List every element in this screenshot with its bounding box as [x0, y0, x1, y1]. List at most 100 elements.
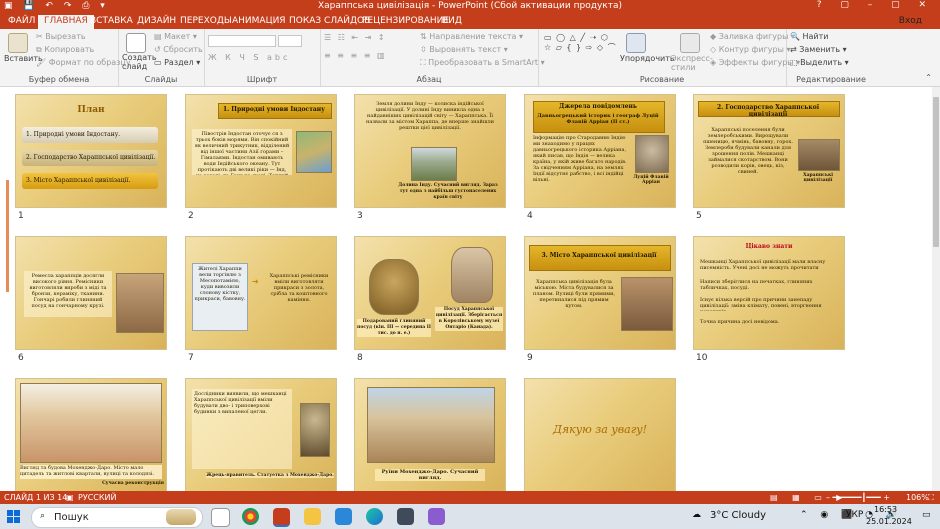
- slide-thumbnail-8[interactable]: Подарований глиняний посуд (кін. III — с…: [355, 237, 505, 363]
- scrollbar-thumb[interactable]: [933, 97, 939, 247]
- spellcheck-icon[interactable]: ▣: [66, 493, 74, 502]
- chrome-icon[interactable]: [242, 508, 259, 525]
- font-format-buttons[interactable]: Ж К Ч S abc: [208, 53, 290, 62]
- caption-right: Посуд Хараппської цивілізації. Зберігаєт…: [435, 307, 503, 331]
- slide-thumbnail-6[interactable]: Ремесла хараппців досягли високого рівня…: [16, 237, 166, 363]
- format-painter-button[interactable]: 🖌 Формат по образцу: [36, 58, 131, 67]
- shape-outline-button[interactable]: ◇ Контур фигуры ▾: [710, 45, 790, 54]
- tab-insert[interactable]: ВСТАВКА: [90, 16, 133, 26]
- fit-slide-icon[interactable]: ⛶: [928, 493, 934, 503]
- zoom-slider[interactable]: – ━━━━━━┃━━━ +: [826, 493, 890, 502]
- smartart-button[interactable]: ⛶ Преобразовать в SmartArt ▾: [420, 58, 545, 68]
- slide-thumbnail-9[interactable]: 3. Місто Хараппської цивілізації Хараппс…: [525, 237, 675, 363]
- shape-fill-button[interactable]: ◆ Заливка фигуры ▾: [710, 32, 795, 41]
- zoom-level[interactable]: 106%: [906, 493, 929, 502]
- slide-paragraph-4: Точна причина досі невідома.: [700, 319, 780, 325]
- language-indicator[interactable]: РУССКИЙ: [78, 493, 117, 502]
- tab-view[interactable]: ВИД: [442, 16, 462, 26]
- slide-paragraph-2: Написи зберіглися на печатках, глиняних …: [700, 279, 813, 291]
- slide-canvas: Вигляд та будова Мохенджо-Даро. Місто ма…: [16, 379, 166, 491]
- slide-thumbnail-3[interactable]: Земля долини Інду — колиска індійської ц…: [355, 95, 505, 221]
- teams-icon[interactable]: [428, 508, 445, 525]
- arrange-button[interactable]: Упорядочить: [620, 54, 675, 63]
- taskbar-search[interactable]: ⌕ Пошук: [31, 507, 203, 528]
- slide-number: 10: [696, 353, 708, 363]
- shapes-gallery[interactable]: ▭ ◯ △ ╱ ➝ ⬡ ☆ ▱ { } ⇨ ◇ ⌒: [544, 33, 618, 53]
- group-editing: 🔍 Найти ⇄ Заменить ▾ ⬚ Выделить ▾ Редакт…: [786, 29, 876, 86]
- group-drawing: ▭ ◯ △ ╱ ➝ ⬡ ☆ ▱ { } ⇨ ◇ ⌒ Упорядочить Эк…: [538, 29, 800, 86]
- slide-canvas: 1. Природні умови Індостану Півострів Ін…: [186, 95, 336, 207]
- slide-thumbnail-13[interactable]: Руїни Мохенджо-Даро. Сучасний вигляд. 13: [355, 379, 505, 505]
- select-button[interactable]: ⬚ Выделить ▾: [790, 58, 849, 67]
- list-buttons[interactable]: ☰ ☷ ⇤ ⇥ ↕: [324, 33, 387, 42]
- font-family-combo[interactable]: [208, 35, 276, 47]
- search-input[interactable]: Пошук: [54, 512, 89, 523]
- group-label: Слайды: [144, 75, 178, 84]
- image-note: Сучасна реконструкція: [102, 481, 164, 486]
- text-direction-button[interactable]: ⇅ Направление текста ▾: [420, 32, 523, 41]
- tab-home[interactable]: ГЛАВНАЯ: [38, 15, 94, 29]
- replace-button[interactable]: ⇄ Заменить ▾: [790, 45, 847, 54]
- group-slides: Создать слайд ▤ Макет ▾ ↺ Сбросить ▭ Раз…: [118, 29, 205, 86]
- mail-icon[interactable]: [335, 508, 352, 525]
- vertical-scrollbar[interactable]: [932, 87, 940, 491]
- reset-button[interactable]: ↺ Сбросить: [154, 45, 203, 54]
- tab-design[interactable]: ДИЗАЙН: [137, 16, 176, 26]
- weather-icon[interactable]: ☁: [692, 510, 701, 520]
- tab-review[interactable]: РЕЦЕНЗИРОВАНИЕ: [362, 16, 449, 26]
- edge-icon[interactable]: [366, 508, 383, 525]
- notification-icon[interactable]: ▭: [922, 510, 931, 520]
- store-icon[interactable]: [397, 508, 414, 525]
- quick-styles-icon: [680, 33, 700, 53]
- cut-button[interactable]: ✂ Вырезать: [36, 32, 86, 41]
- slide-canvas: 3. Місто Хараппської цивілізації Хараппс…: [525, 237, 675, 349]
- window-controls[interactable]: ? ▢ – ▢ ✕: [817, 0, 934, 10]
- weather-text[interactable]: 3°C Cloudy: [710, 510, 766, 521]
- new-slide-button[interactable]: Создать слайд: [122, 53, 157, 71]
- image-caption: Жрець-правитель. Статуетка з Мохенджо-Да…: [206, 473, 334, 478]
- task-view-icon[interactable]: [211, 508, 230, 527]
- windows-start-icon[interactable]: [7, 510, 21, 524]
- slide-number: 4: [527, 211, 533, 221]
- file-explorer-icon[interactable]: [304, 508, 321, 525]
- slide-canvas: Ремесла хараппців досягли високого рівня…: [16, 237, 166, 349]
- login-link[interactable]: Вход: [899, 16, 922, 26]
- slide-thumbnail-14[interactable]: Дякую за увагу! 14: [525, 379, 675, 505]
- group-label: Буфер обмена: [28, 75, 90, 84]
- slide-thumbnail-1[interactable]: План 1. Природні умови Індостану. 2. Гос…: [16, 95, 166, 221]
- copy-button[interactable]: ⧉ Копировать: [36, 45, 94, 55]
- slide-canvas: Дякую за увагу!: [525, 379, 675, 491]
- slide-thumbnail-10[interactable]: Цікаво знати Мешканці Хараппської цивілі…: [694, 237, 844, 363]
- find-button[interactable]: 🔍 Найти: [790, 32, 829, 41]
- tab-animation[interactable]: АНИМАЦИЯ: [232, 16, 286, 26]
- quick-styles-button[interactable]: Экспресс-стили: [671, 54, 713, 72]
- slide-thumbnail-12[interactable]: Дослідники виявили, що мешканці Хараппсь…: [186, 379, 336, 505]
- statue-image: [300, 403, 330, 457]
- section-button[interactable]: ▭ Раздел ▾: [154, 58, 200, 67]
- caption-left: Подарований глиняний посуд (кін. III — с…: [357, 319, 431, 337]
- clock-date[interactable]: 25.01.2024: [866, 517, 912, 526]
- slide-thumbnail-11[interactable]: Вигляд та будова Мохенджо-Даро. Місто ма…: [16, 379, 166, 505]
- pottery-image: [369, 259, 419, 315]
- slide-sorter: План 1. Природні умови Індостану. 2. Гос…: [0, 87, 940, 505]
- slide-title: 1. Природні умови Індостану: [222, 106, 326, 113]
- ruins-image: [116, 273, 164, 333]
- slide-thumbnail-4[interactable]: Джерела повідомлень Давньогрецький істор…: [525, 95, 675, 221]
- clock-time[interactable]: 16:53: [874, 505, 897, 514]
- slide-thumbnail-5[interactable]: 2. Господарство Хараппської цивілізації …: [694, 95, 844, 221]
- layout-button[interactable]: ▤ Макет ▾: [154, 32, 197, 41]
- align-text-button[interactable]: ⇳ Выровнять текст ▾: [420, 45, 508, 54]
- slide-number: 5: [696, 211, 702, 221]
- align-buttons[interactable]: ≡ ≡ ≡ ≡ ▥: [324, 51, 387, 60]
- collapse-ribbon-icon[interactable]: ⌃: [925, 73, 932, 82]
- new-slide-icon: [126, 33, 146, 53]
- tab-transitions[interactable]: ПЕРЕХОДЫ: [180, 16, 232, 26]
- slide-thumbnail-2[interactable]: 1. Природні умови Індостану Півострів Ін…: [186, 95, 336, 221]
- keyboard-language[interactable]: УКР: [846, 510, 863, 520]
- tab-file[interactable]: ФАЙЛ: [8, 16, 35, 26]
- slide-thumbnail-7[interactable]: Жителі Хараппи вели торгівлю з Месопотам…: [186, 237, 336, 363]
- arrow-icon: ➜: [252, 277, 259, 286]
- tab-slideshow[interactable]: ПОКАЗ СЛАЙДОВ: [289, 16, 370, 26]
- font-size-combo[interactable]: [278, 35, 302, 47]
- powerpoint-icon[interactable]: [273, 508, 290, 527]
